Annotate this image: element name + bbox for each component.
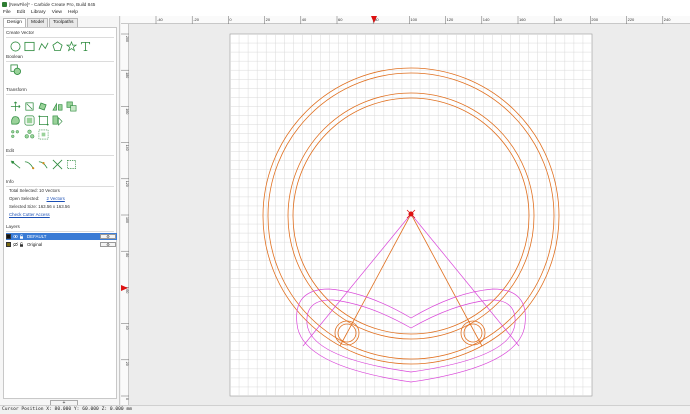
section-transform: Transform: [6, 87, 27, 92]
panel-body: Create Vector Boolean Transform Edit Inf…: [3, 27, 117, 407]
layer-name: DEFAULT: [27, 234, 47, 239]
title-bar: [NewFile]* - Carbide Create Pro, Build 8…: [0, 0, 690, 8]
vertical-ruler: 200 180 160 140 120 100 80 60 40 20 0: [121, 24, 129, 405]
panel-tabs: Design Model Toolpaths: [3, 18, 79, 27]
horizontal-ruler: -40 -20 0 20 40 60 80 100 120 140 160 180 200 220 240: [121, 16, 690, 24]
selected-size: Selected Size: 163.56 x 163.56: [9, 204, 70, 209]
layer-row-default[interactable]: DEFAULT ⚙: [6, 233, 117, 240]
text-icon[interactable]: [78, 40, 92, 52]
window-title: [NewFile]* - Carbide Create Pro, Build 8…: [9, 1, 96, 7]
tab-toolpaths[interactable]: Toolpaths: [49, 18, 78, 27]
vertical-ruler-ticks: 200180160140120100806040200: [121, 33, 129, 400]
tab-design[interactable]: Design: [3, 18, 26, 27]
section-boolean: Boolean: [6, 54, 23, 59]
group-icon[interactable]: [22, 128, 36, 140]
section-info: Info: [6, 179, 14, 184]
ruler-label: 200: [591, 17, 598, 22]
ruler-label: 140: [483, 17, 490, 22]
cursor-position: Cursor Position X: 80.000 Y: 60.000 Z: 0…: [2, 407, 132, 412]
check-cutter-access-link[interactable]: Check Cutter Access: [9, 212, 50, 217]
ruler-label: 20: [266, 17, 271, 22]
ruler-label: 220: [628, 17, 635, 22]
ruler-label: 0: [229, 17, 232, 22]
node-edit-icon[interactable]: [36, 114, 50, 126]
create-vector-tools: [8, 40, 92, 52]
open-selected-label: Open Selected:: [9, 196, 40, 201]
open-selected-link[interactable]: 2 Vectors: [47, 196, 65, 201]
horizontal-ruler-ticks: -40 -20 0 20 40 60 80 100 120 140 160 180 200 220 240: [155, 16, 671, 24]
gear-icon[interactable]: ⚙: [100, 242, 116, 247]
mirror-icon[interactable]: [50, 100, 64, 112]
design-panel: Design Model Toolpaths Create Vector Boo…: [0, 16, 120, 407]
align-icon[interactable]: [8, 100, 22, 112]
ruler-label: -40: [157, 17, 164, 22]
canvas-drawing[interactable]: [129, 24, 690, 405]
transform-tools-row-1: [8, 100, 78, 112]
gear-icon[interactable]: ⚙: [100, 234, 116, 239]
design-canvas[interactable]: [129, 24, 690, 405]
offset-icon[interactable]: [64, 100, 78, 112]
ruler-label: 180: [555, 17, 562, 22]
eye-off-icon[interactable]: [13, 242, 18, 247]
rotate-icon[interactable]: [36, 100, 50, 112]
ruler-label: 60: [338, 17, 343, 22]
layer-color-swatch[interactable]: [6, 242, 11, 247]
trim-icon[interactable]: [8, 158, 22, 170]
divider: [6, 61, 114, 62]
cut-icon[interactable]: [50, 158, 64, 170]
array-icon[interactable]: [8, 128, 22, 140]
ruler-label: 120: [447, 17, 454, 22]
divider: [6, 155, 114, 156]
menu-help[interactable]: Help: [68, 10, 78, 15]
scale-icon[interactable]: [22, 100, 36, 112]
polyline-icon[interactable]: [36, 40, 50, 52]
status-bar: Cursor Position X: 80.000 Y: 60.000 Z: 0…: [0, 405, 690, 414]
divider: [6, 231, 114, 232]
divider: [6, 94, 114, 95]
rectangle-icon[interactable]: [22, 40, 36, 52]
boolean-union-icon[interactable]: [8, 63, 22, 75]
fillet-icon[interactable]: [8, 114, 22, 126]
boolean-tools: [8, 63, 22, 75]
extend-icon[interactable]: [36, 158, 50, 170]
circular-array-icon[interactable]: [36, 128, 50, 140]
ruler-label: 100: [410, 17, 417, 22]
app-logo-icon: [2, 1, 7, 7]
menu-bar: File Edit Library View Help: [0, 8, 690, 16]
open-selected: Open Selected: 2 Vectors: [9, 196, 65, 201]
join-icon[interactable]: [22, 158, 36, 170]
divider: [6, 37, 114, 38]
ruler-label: 40: [302, 17, 307, 22]
transform-tools-row-3: [8, 128, 50, 140]
ruler-label: 160: [519, 17, 526, 22]
ruler-label: -20: [193, 17, 200, 22]
edit-tools: [8, 158, 78, 170]
section-layers: Layers: [6, 224, 20, 229]
layer-color-swatch[interactable]: [6, 234, 11, 239]
menu-edit[interactable]: Edit: [17, 10, 25, 15]
star-icon[interactable]: [64, 40, 78, 52]
circle-icon[interactable]: [8, 40, 22, 52]
layer-row-original[interactable]: Original ⚙: [6, 241, 117, 248]
bounding-box-icon[interactable]: [22, 114, 36, 126]
polygon-icon[interactable]: [50, 40, 64, 52]
eye-icon[interactable]: [13, 234, 18, 239]
divider: [6, 186, 114, 187]
carbide-create-window: [NewFile]* - Carbide Create Pro, Build 8…: [0, 0, 690, 414]
transform-tools-row-2: [8, 114, 64, 126]
duplicate-icon[interactable]: [50, 114, 64, 126]
bounding-edit-icon[interactable]: [64, 158, 78, 170]
layer-name: Original: [27, 242, 43, 247]
menu-library[interactable]: Library: [31, 10, 46, 15]
ruler-label: 240: [664, 17, 671, 22]
section-create-vector: Create Vector: [6, 30, 35, 35]
unlock-icon[interactable]: [19, 242, 24, 247]
section-edit: Edit: [6, 148, 14, 153]
tab-model[interactable]: Model: [26, 18, 49, 27]
total-selected: Total Selected: 10 Vectors: [9, 188, 60, 193]
menu-view[interactable]: View: [52, 10, 62, 15]
lock-icon[interactable]: [19, 234, 24, 239]
menu-file[interactable]: File: [3, 10, 11, 15]
